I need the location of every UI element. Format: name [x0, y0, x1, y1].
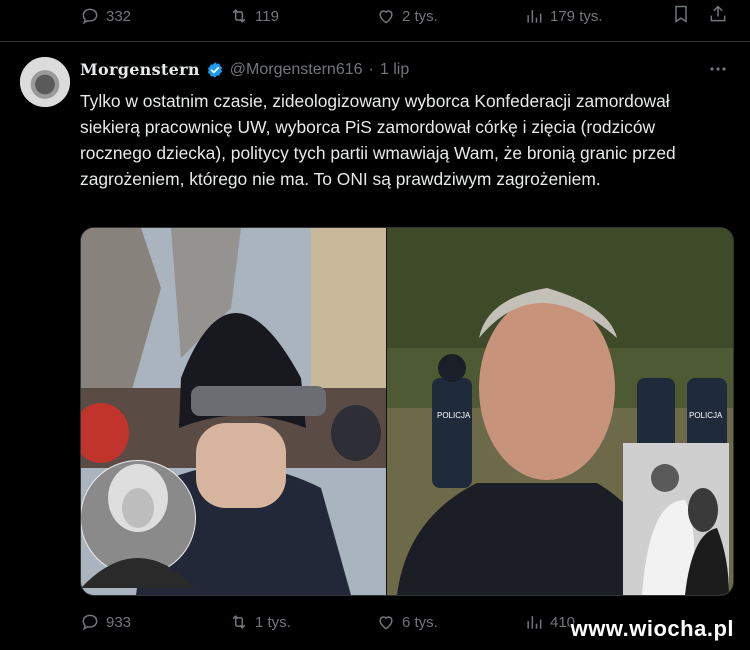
user-handle[interactable]: @Morgenstern616 — [230, 61, 363, 79]
retweet-icon — [232, 615, 246, 629]
heart-icon — [379, 616, 393, 630]
media-photo-left[interactable] — [81, 228, 386, 595]
like-button[interactable]: 2 tys. — [376, 6, 438, 26]
tweet-divider — [0, 41, 750, 42]
avatar-photo — [20, 57, 70, 107]
photo-left-scene — [81, 228, 386, 595]
retweet-button[interactable]: 1 tys. — [229, 612, 291, 632]
tweet-text: Tylko w ostatnim czasie, zideologizowany… — [80, 91, 676, 189]
reply-button[interactable]: 332 — [80, 6, 131, 26]
reply-icon — [82, 614, 98, 631]
top-action-bar: 332 119 2 tys. 179 tys. — [80, 1, 736, 31]
views-icon — [527, 616, 542, 629]
tweet-timestamp[interactable]: 1 lip — [380, 61, 409, 79]
reply-icon — [82, 8, 98, 25]
tweet-media[interactable]: POLICJA POLICJA — [80, 227, 734, 596]
reply-button[interactable]: 933 — [80, 612, 131, 632]
views-button[interactable]: 410 — [524, 612, 575, 632]
views-count: 179 tys. — [550, 7, 603, 25]
like-count: 6 tys. — [402, 613, 438, 631]
like-count: 2 tys. — [402, 7, 438, 25]
tweet-header: Morgenstern @Morgenstern616 · 1 lip — [80, 60, 409, 79]
site-watermark: www.wiocha.pl — [570, 616, 734, 641]
views-button[interactable]: 179 tys. — [524, 6, 603, 26]
police-label-2: POLICJA — [689, 411, 723, 420]
media-photo-right[interactable]: POLICJA POLICJA — [387, 228, 733, 595]
views-icon — [527, 10, 542, 23]
share-icon — [710, 4, 726, 21]
avatar[interactable] — [20, 57, 70, 107]
like-button[interactable]: 6 tys. — [376, 612, 438, 632]
retweet-button[interactable]: 119 — [229, 6, 279, 26]
verified-badge-icon — [207, 61, 222, 78]
heart-icon — [379, 10, 393, 24]
retweet-icon — [232, 9, 246, 23]
reply-count: 933 — [106, 613, 132, 631]
retweet-count: 1 tys. — [255, 613, 291, 631]
photo-right-scene: POLICJA POLICJA — [387, 228, 733, 595]
reply-count: 332 — [106, 7, 132, 25]
more-options-icon[interactable] — [708, 62, 728, 76]
retweet-count: 119 — [255, 7, 279, 25]
bookmark-button[interactable] — [671, 4, 691, 29]
police-label-1: POLICJA — [437, 411, 471, 420]
separator-dot: · — [368, 60, 374, 78]
bookmark-icon — [675, 5, 687, 23]
share-button[interactable] — [708, 4, 728, 29]
display-name[interactable]: Morgenstern — [80, 60, 200, 79]
